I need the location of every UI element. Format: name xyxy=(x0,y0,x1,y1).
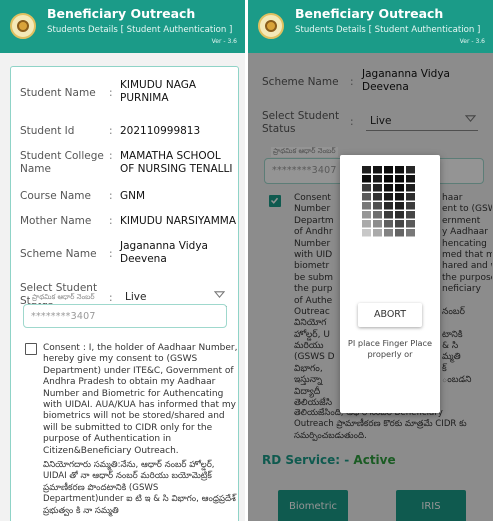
fingerprint-preview-icon xyxy=(362,166,415,237)
chevron-down-icon xyxy=(214,291,225,299)
app-bar: Beneficiary Outreach Students Details [ … xyxy=(248,0,493,53)
app-subtitle: Students Details [ Student Authenticatio… xyxy=(47,25,233,35)
field-value: KIMUDU NAGA PURNIMA xyxy=(120,79,197,104)
consent-text-telugu: వినియోగదారు సమ్మతి:నేను, ఆధార్ నంబర్ హోల… xyxy=(43,460,236,516)
field-value: Jagananna Vidya Deevena xyxy=(120,240,208,265)
aadhaar-field-value: ********3407 xyxy=(31,311,96,322)
field-label: Student Id xyxy=(20,125,75,137)
abort-button[interactable]: ABORT xyxy=(358,303,422,327)
fingerprint-capture-dialog: ABORT PI place Finger Place properly or xyxy=(340,155,440,413)
app-title: Beneficiary Outreach xyxy=(47,6,196,21)
consent-checkbox[interactable] xyxy=(25,343,37,355)
left-screen: Beneficiary Outreach Students Details [ … xyxy=(0,0,245,521)
app-version: Ver - 3.6 xyxy=(459,38,485,45)
app-title: Beneficiary Outreach xyxy=(295,6,444,21)
aadhaar-field-label: ప్రాథమిక ఆధార్ నెంబర్ xyxy=(30,293,97,303)
aadhaar-number-field[interactable]: ప్రాథమిక ఆధార్ నెంబర్ ********3407 xyxy=(23,293,227,328)
app-version: Ver - 3.6 xyxy=(211,38,237,45)
right-screen: Beneficiary Outreach Students Details [ … xyxy=(248,0,493,521)
app-bar: Beneficiary Outreach Students Details [ … xyxy=(0,0,245,53)
field-value: KIMUDU NARSIYAMMA xyxy=(120,215,237,227)
status-selected-value: Live xyxy=(125,291,147,303)
govt-logo-icon xyxy=(258,13,284,39)
field-label: Scheme Name xyxy=(20,248,97,260)
field-value: GNM xyxy=(120,190,146,202)
field-value: MAMATHA SCHOOL OF NURSING TENALLI xyxy=(120,150,233,175)
field-value: 202110999813 xyxy=(120,125,201,137)
govt-logo-icon xyxy=(10,13,36,39)
field-label: Course Name xyxy=(20,190,91,202)
field-label: Student Name xyxy=(20,87,96,99)
field-label: Mother Name xyxy=(20,215,92,227)
field-label: Student College Name xyxy=(20,150,104,175)
capture-message: PI place Finger Place properly or xyxy=(347,338,433,359)
student-details-card: Student Name : KIMUDU NAGA PURNIMA Stude… xyxy=(10,66,239,521)
app-subtitle: Students Details [ Student Authenticatio… xyxy=(295,25,481,35)
consent-text-english: Consent : I, the holder of Aadhaar Numbe… xyxy=(43,343,238,456)
